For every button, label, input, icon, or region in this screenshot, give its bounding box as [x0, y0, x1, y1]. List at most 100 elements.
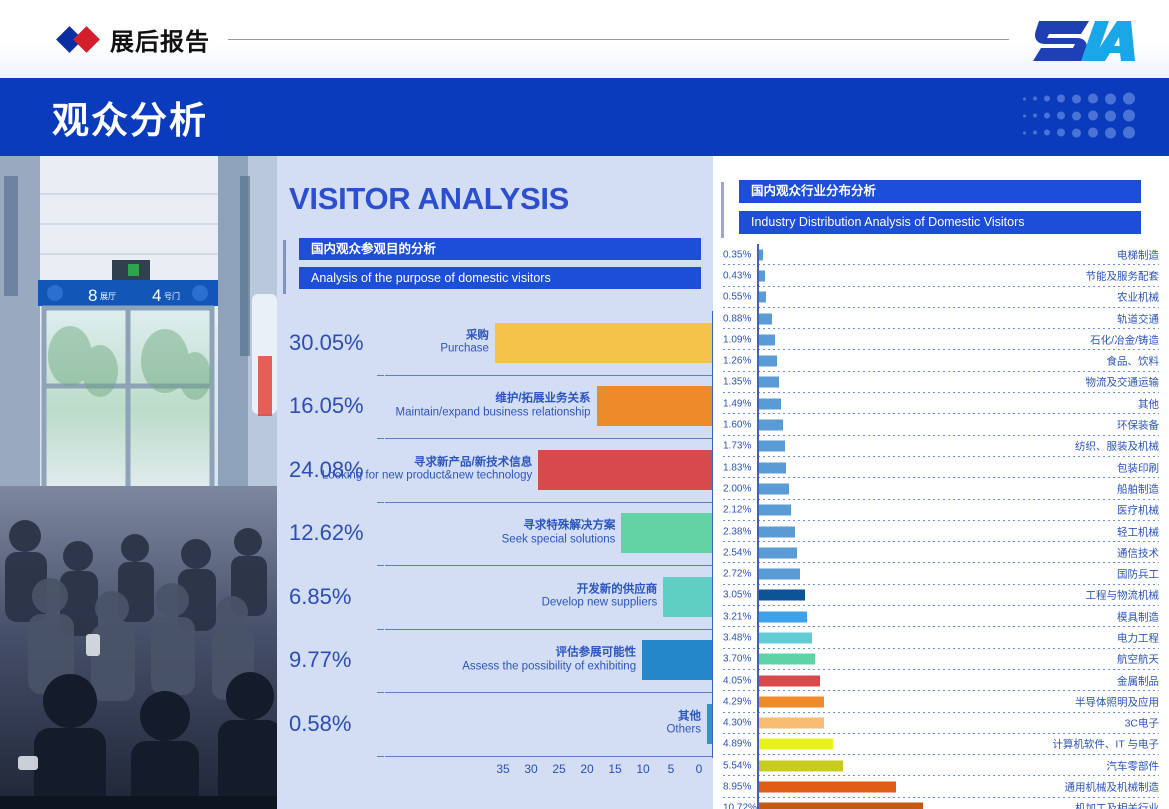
- industry-bar-row: 1.09%石化/冶金/铸造: [713, 329, 1169, 350]
- industry-bar: [758, 313, 772, 324]
- industry-bar: [758, 547, 797, 558]
- svg-text:4: 4: [152, 286, 161, 305]
- industry-bar-row: 0.55%农业机械: [713, 287, 1169, 308]
- industry-bar-row: 2.12%医疗机械: [713, 500, 1169, 521]
- visitor-purpose-chart: 30.05%采购Purchase16.05%维护/拓展业务关系Maintain/…: [277, 311, 713, 781]
- industry-bar-row: 10.72%机加工及相关行业: [713, 798, 1169, 809]
- industry-distribution-panel: 国内观众行业分布分析 Industry Distribution Analysi…: [713, 156, 1169, 809]
- purpose-category-cn: 寻求特殊解决方案: [502, 520, 616, 534]
- industry-percent-label: 0.35%: [723, 249, 751, 260]
- industry-percent-label: 1.60%: [723, 420, 751, 431]
- x-axis-tick-label: 30: [517, 762, 545, 776]
- industry-percent-label: 4.89%: [723, 739, 751, 750]
- industry-category-label: 模具制造: [1117, 609, 1159, 624]
- purpose-category-en: Assess the possibility of exhibiting: [462, 660, 636, 674]
- industry-percent-label: 8.95%: [723, 782, 751, 793]
- purpose-bar-row: 6.85%开发新的供应商Develop new suppliers: [277, 565, 713, 629]
- purpose-category-label: 开发新的供应商Develop new suppliers: [542, 583, 658, 610]
- industry-category-label: 石化/冶金/铸造: [1090, 332, 1159, 347]
- industry-bar: [758, 441, 785, 452]
- visitor-analysis-heading: VISITOR ANALYSIS: [289, 181, 569, 217]
- industry-bar-row: 2.54% 通信技术: [713, 542, 1169, 563]
- page-title: 观众分析: [52, 90, 208, 144]
- industry-bar: [758, 398, 781, 409]
- purpose-bar-row: 16.05%维护/拓展业务关系Maintain/expand business …: [277, 375, 713, 439]
- industry-percent-label: 2.12%: [723, 505, 751, 516]
- industry-bar: [758, 782, 896, 793]
- purpose-category-cn: 维护/拓展业务关系: [396, 393, 591, 407]
- industry-category-label: 通信技术: [1117, 545, 1159, 560]
- industry-bar: [758, 249, 763, 260]
- industry-percent-label: 10.72%: [723, 803, 757, 809]
- industry-bar-row: 1.83% 包装印刷: [713, 457, 1169, 478]
- industry-percent-label: 2.00%: [723, 483, 751, 494]
- industry-percent-label: 3.05%: [723, 590, 751, 601]
- industry-bar-row: 2.72%国防兵工: [713, 563, 1169, 584]
- industry-bar-row: 3.05%工程与物流机械: [713, 585, 1169, 606]
- industry-category-label: 金属制品: [1117, 673, 1159, 688]
- x-axis-tick-label: 10: [629, 762, 657, 776]
- industry-percent-label: 4.29%: [723, 696, 751, 707]
- svg-text:展厅: 展厅: [100, 292, 116, 301]
- industry-bar: [758, 526, 795, 537]
- purpose-category-label: 维护/拓展业务关系Maintain/expand business relati…: [396, 393, 591, 420]
- industry-bar-row: 1.26%食品、饮料: [713, 350, 1169, 371]
- industry-percent-label: 4.05%: [723, 675, 751, 686]
- purpose-category-en: Seek special solutions: [502, 533, 616, 547]
- x-axis-ticks: 35302520151050: [277, 762, 713, 776]
- purpose-percent-label: 12.62%: [289, 520, 364, 546]
- purpose-category-en: Purchase: [440, 343, 489, 357]
- dot-row: [1023, 92, 1135, 106]
- industry-bar-row: 1.49%其他: [713, 393, 1169, 414]
- diamond-logo-icon: [60, 30, 96, 49]
- left-section-title-en: Analysis of the purpose of domestic visi…: [299, 267, 701, 289]
- purpose-category-label: 评估参展可能性Assess the possibility of exhibit…: [462, 647, 636, 674]
- header-divider: [228, 39, 1009, 40]
- purpose-category-en: Others: [666, 724, 701, 738]
- x-axis-tick-label: 0: [685, 762, 713, 776]
- industry-category-label: 农业机械: [1117, 290, 1159, 305]
- industry-bar-row: 5.54%汽车零部件: [713, 755, 1169, 776]
- industry-bar-row: 2.38%轻工机械: [713, 521, 1169, 542]
- purpose-bar: [495, 323, 713, 363]
- industry-bar-row: 2.00%船舶制造: [713, 478, 1169, 499]
- purpose-category-cn: 其他: [666, 710, 701, 724]
- right-section-header: 国内观众行业分布分析 Industry Distribution Analysi…: [721, 180, 1141, 234]
- x-axis-tick-label: 35: [489, 762, 517, 776]
- industry-category-label: 计算机软件、IT 与电子: [1052, 737, 1159, 752]
- purpose-category-en: Maintain/expand business relationship: [396, 406, 591, 420]
- industry-bar: [758, 803, 923, 809]
- purpose-bar: [621, 513, 713, 553]
- industry-percent-label: 1.26%: [723, 356, 751, 367]
- x-axis-tick-label: 25: [545, 762, 573, 776]
- industry-category-label: 轨道交通: [1117, 311, 1159, 326]
- industry-bar-row: 0.35%电梯制造: [713, 244, 1169, 265]
- gridline: [385, 756, 713, 757]
- industry-percent-label: 0.43%: [723, 270, 751, 281]
- industry-bar: [758, 483, 789, 494]
- axis-tick-dash: [377, 756, 384, 757]
- industry-bar-row: 8.95%通用机械及机械制造: [713, 776, 1169, 797]
- industry-category-label: 环保装备: [1117, 418, 1159, 433]
- slide-page: 展后报告 观众分析: [0, 0, 1169, 809]
- industry-bar-row: 4.30%3C电子: [713, 713, 1169, 734]
- industry-category-label: 半导体照明及应用: [1075, 694, 1159, 709]
- left-section-header: 国内观众参观目的分析 Analysis of the purpose of do…: [283, 238, 701, 289]
- industry-percent-label: 2.54%: [723, 547, 751, 558]
- svg-text:8: 8: [88, 286, 97, 305]
- visitor-purpose-panel: VISITOR ANALYSIS 国内观众参观目的分析 Analysis of …: [277, 156, 713, 809]
- industry-bar: [758, 739, 833, 750]
- purpose-bar-row: 9.77%评估参展可能性Assess the possibility of ex…: [277, 629, 713, 693]
- purpose-category-en: Looking for new product&new technology: [322, 470, 532, 484]
- industry-category-label: 汽车零部件: [1107, 758, 1160, 773]
- purpose-bar: [597, 386, 713, 426]
- industry-category-label: 节能及服务配套: [1086, 268, 1160, 283]
- industry-bar-row: 3.70%航空航天: [713, 649, 1169, 670]
- industry-bar: [758, 696, 824, 707]
- industry-percent-label: 1.83%: [723, 462, 751, 473]
- value-axis-line: [757, 244, 759, 809]
- purpose-bar-row: 30.05%采购Purchase: [277, 311, 713, 375]
- industry-category-label: 包装印刷: [1117, 460, 1159, 475]
- industry-percent-label: 1.35%: [723, 377, 751, 388]
- x-axis-tick-label: 20: [573, 762, 601, 776]
